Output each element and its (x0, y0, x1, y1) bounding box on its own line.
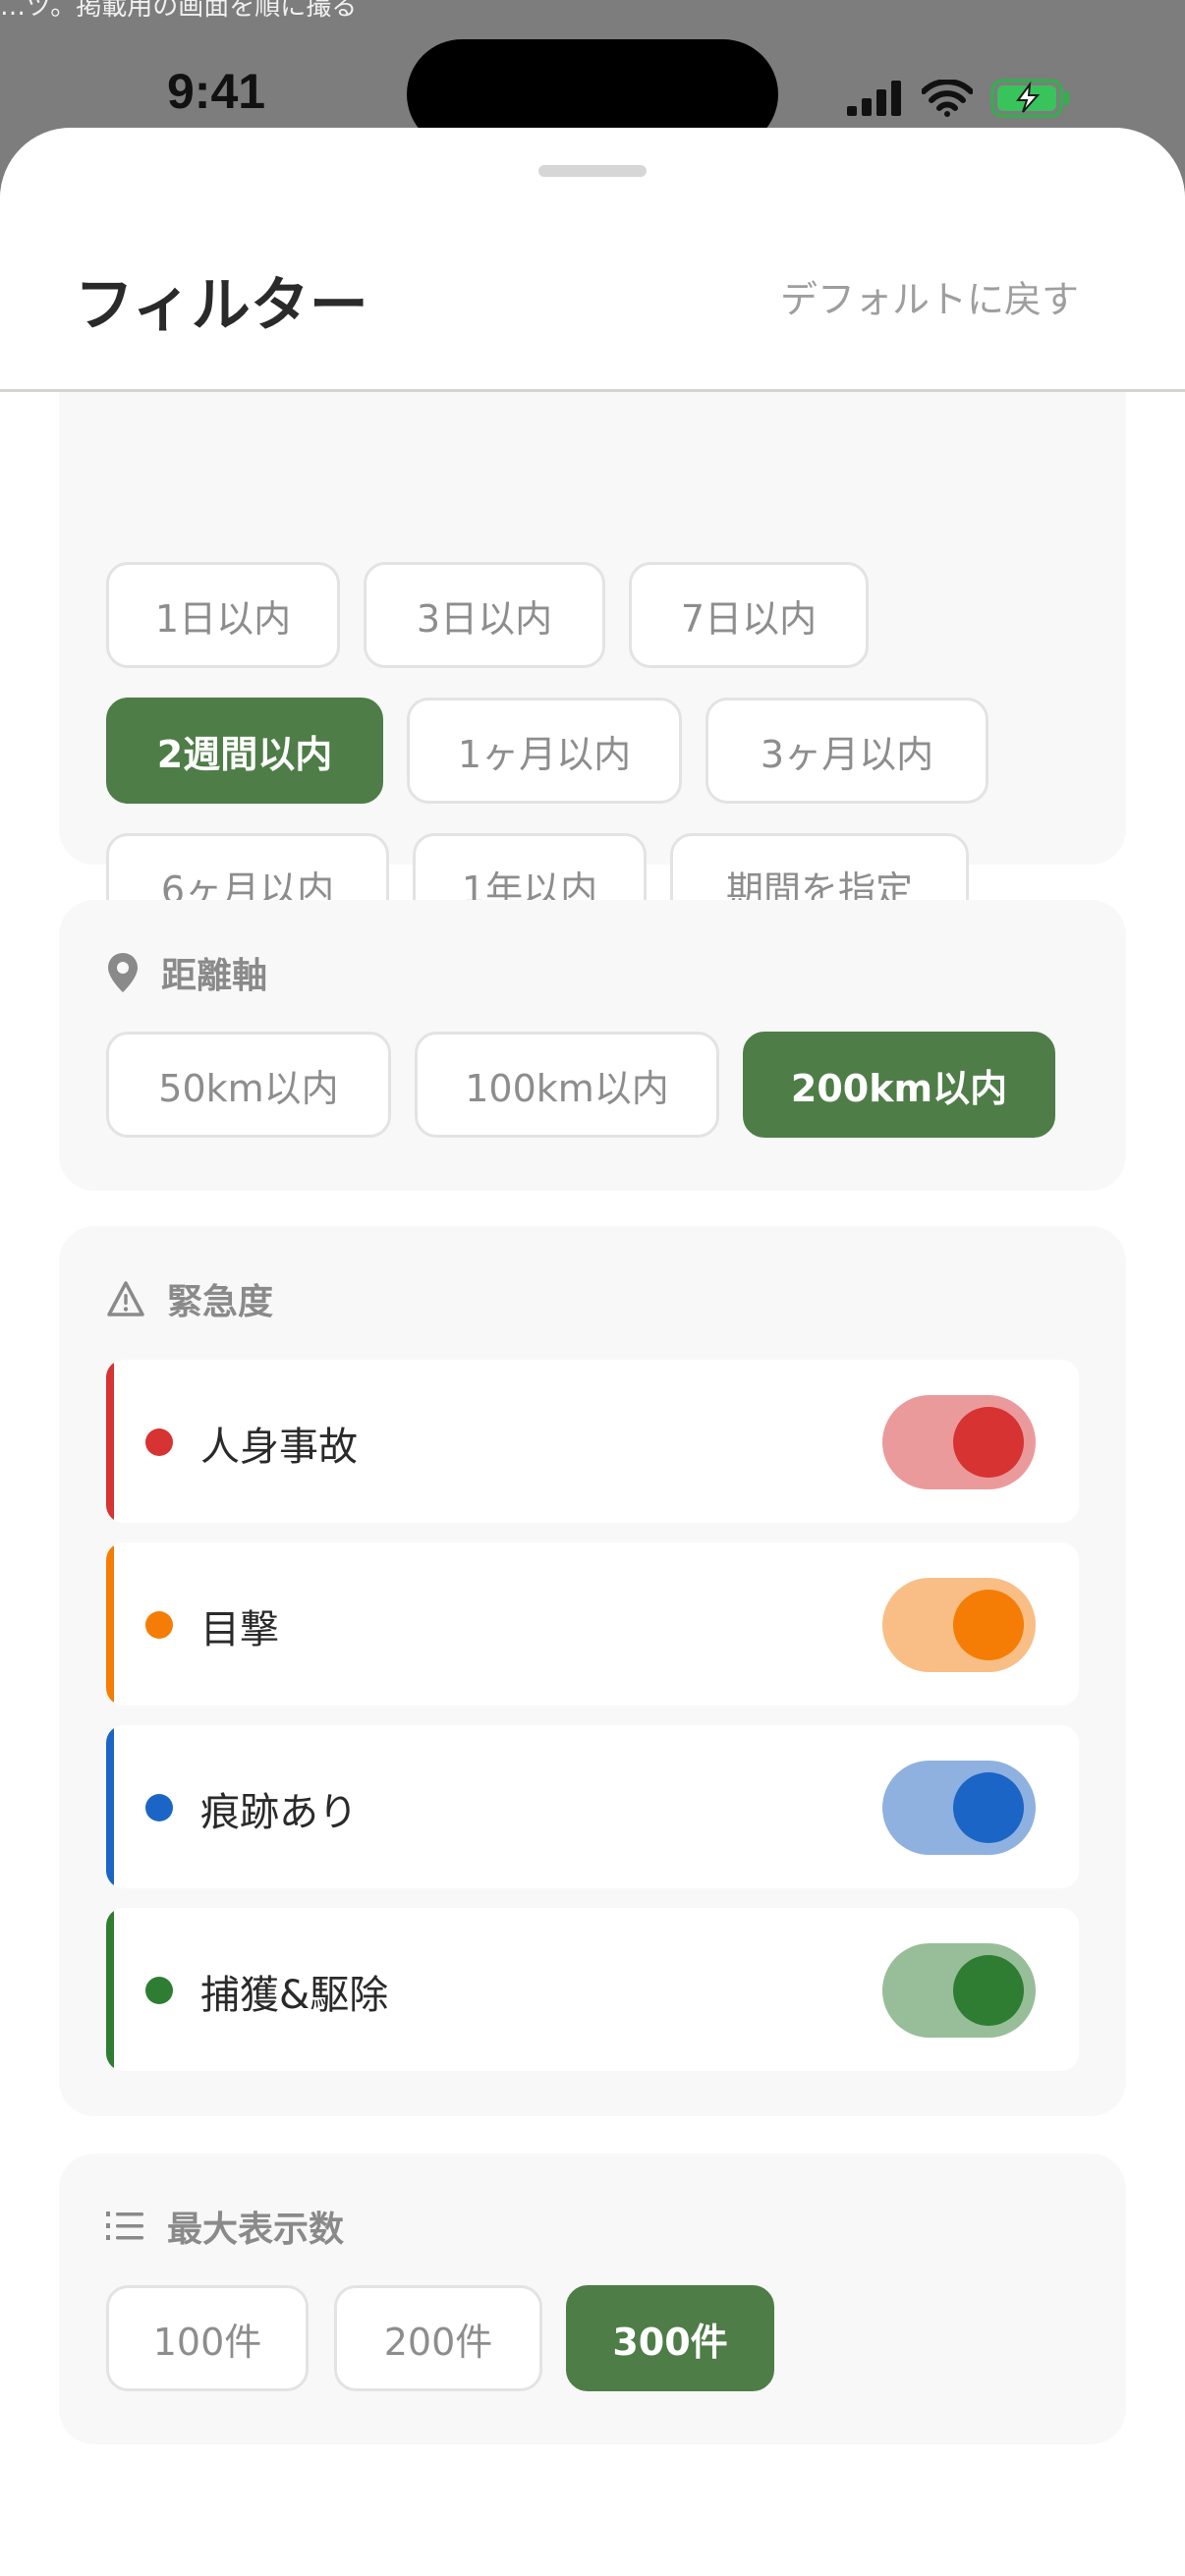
warning-triangle-icon (107, 1281, 144, 1316)
toggle-knob (953, 1407, 1024, 1478)
distance-chip-1[interactable]: 100km以内 (415, 1032, 719, 1138)
distance-chip-0[interactable]: 50km以内 (106, 1032, 391, 1138)
urgency-dot (145, 1611, 173, 1639)
urgency-dot (145, 1794, 173, 1821)
urgency-accent-bar (106, 1542, 114, 1706)
urgency-label: 人身事故 (200, 1425, 358, 1470)
urgency-toggle-injury[interactable] (882, 1395, 1036, 1489)
urgency-accent-bar (106, 1725, 114, 1888)
urgency-dot (145, 1977, 173, 2004)
urgency-row-capture[interactable]: 捕獲&駆除 (106, 1908, 1079, 2071)
urgency-label: 痕跡あり (200, 1790, 358, 1835)
urgency-label: 目撃 (200, 1607, 279, 1652)
urgency-toggle-capture[interactable] (882, 1943, 1036, 2038)
period-card: 1日以内 3日以内 7日以内 2週間以内 1ヶ月以内 3ヶ月以内 6ヶ月以内 1… (59, 324, 1126, 939)
location-pin-icon (108, 953, 138, 992)
numbered-list-icon (106, 2212, 143, 2240)
period-chip-5[interactable]: 3ヶ月以内 (705, 698, 988, 804)
sheet-header: フィルター デフォルトに戻す (0, 128, 1185, 392)
sheet-grabber[interactable] (538, 165, 647, 177)
urgency-row-injury[interactable]: 人身事故 (106, 1360, 1079, 1523)
urgency-label: 捕獲&駆除 (200, 1973, 389, 2018)
toggle-knob (953, 1955, 1024, 2026)
distance-header: 距離軸 (106, 947, 267, 998)
period-chip-2[interactable]: 7日以内 (629, 562, 869, 668)
status-time: 9:41 (167, 64, 266, 119)
distance-title: 距離軸 (161, 956, 268, 996)
signal-icon (847, 81, 901, 116)
urgency-accent-bar (106, 1360, 114, 1523)
urgency-toggle-sighting[interactable] (882, 1578, 1036, 1672)
period-chip-0[interactable]: 1日以内 (106, 562, 340, 668)
urgency-card: 緊急度 人身事故 目撃 痕跡あり 捕獲&駆除 (59, 1226, 1126, 2116)
urgency-title: 緊急度 (167, 1282, 274, 1322)
distance-card: 距離軸 50km以内 100km以内 200km以内 (59, 900, 1126, 1191)
max-display-title: 最大表示数 (167, 2210, 345, 2250)
period-chip-3-selected[interactable]: 2週間以内 (106, 698, 383, 804)
filter-scroll-area[interactable]: 1日以内 3日以内 7日以内 2週間以内 1ヶ月以内 3ヶ月以内 6ヶ月以内 1… (0, 128, 1185, 2576)
max-display-chip-2-selected[interactable]: 300件 (566, 2285, 774, 2391)
period-chip-1[interactable]: 3日以内 (364, 562, 605, 668)
period-chip-4[interactable]: 1ヶ月以内 (407, 698, 682, 804)
urgency-header: 緊急度 (106, 1273, 273, 1324)
urgency-row-sighting[interactable]: 目撃 (106, 1542, 1079, 1706)
page-title: フィルター (75, 271, 368, 340)
max-display-header: 最大表示数 (106, 2201, 344, 2252)
urgency-row-traces[interactable]: 痕跡あり (106, 1725, 1079, 1888)
max-display-card: 最大表示数 100件 200件 300件 (59, 2154, 1126, 2444)
filter-sheet: 1日以内 3日以内 7日以内 2週間以内 1ヶ月以内 3ヶ月以内 6ヶ月以内 1… (0, 128, 1185, 2576)
urgency-toggle-traces[interactable] (882, 1761, 1036, 1855)
distance-chip-2-selected[interactable]: 200km以内 (743, 1032, 1055, 1138)
wifi-icon (922, 80, 973, 117)
toggle-knob (953, 1590, 1024, 1660)
reset-to-default-button[interactable]: デフォルトに戻す (780, 269, 1079, 323)
max-display-chip-0[interactable]: 100件 (106, 2285, 309, 2391)
toggle-knob (953, 1772, 1024, 1843)
battery-charging-icon (990, 79, 1069, 118)
urgency-accent-bar (106, 1908, 114, 2071)
status-bar: 9:41 (0, 0, 1185, 149)
status-icons (847, 73, 1071, 124)
urgency-dot (145, 1428, 173, 1456)
max-display-chip-1[interactable]: 200件 (334, 2285, 542, 2391)
